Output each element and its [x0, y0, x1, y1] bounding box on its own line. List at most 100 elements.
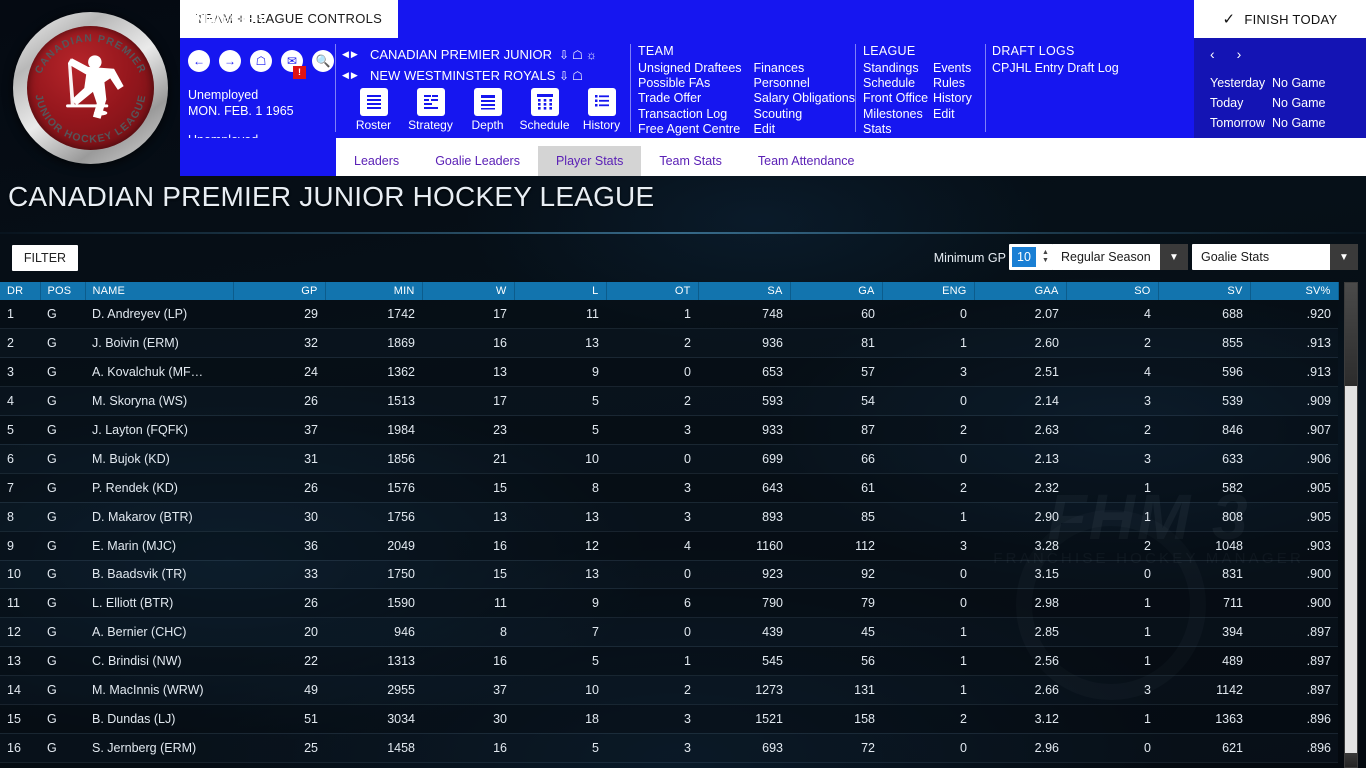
link-standings[interactable]: Standings [863, 61, 921, 76]
column-header-w[interactable]: W [422, 282, 515, 300]
chevron-down-icon[interactable]: ▼ [1160, 244, 1188, 270]
column-header-dr[interactable]: DR [0, 282, 41, 300]
season-select[interactable]: Regular Season ▼ [1052, 244, 1188, 270]
chevron-double-down-icon[interactable]: ⇩ [559, 69, 569, 83]
top-bar: CANADIAN PREMIER JUNIOR HOCKEY LEAGUE AC… [0, 0, 1366, 176]
mail-icon[interactable]: ✉ ! [281, 50, 306, 79]
link-trade-offer[interactable]: Trade Offer [638, 91, 742, 106]
vertical-scrollbar[interactable] [1344, 282, 1358, 768]
link-events[interactable]: Events [933, 61, 972, 76]
column-header-ga[interactable]: GA [790, 282, 883, 300]
column-header-eng[interactable]: ENG [882, 282, 975, 300]
column-header-min[interactable]: MIN [325, 282, 423, 300]
cell-name: M. Bujok (KD) [85, 444, 233, 474]
module-schedule[interactable]: Schedule [516, 88, 573, 132]
module-depth[interactable]: Depth [459, 88, 516, 132]
link-unsigned-draftees[interactable]: Unsigned Draftees [638, 61, 742, 76]
link-salary-obligations[interactable]: Salary Obligations [754, 91, 855, 106]
link-history[interactable]: History [933, 91, 972, 106]
team-prev-next-arrows[interactable]: ◀▶ [342, 70, 362, 81]
tab-team-attendance[interactable]: Team Attendance [740, 146, 873, 176]
table-row[interactable]: 1 G D. Andreyev (LP) 29 1742 17 11 1 748 60 0 2.07 4… [0, 300, 1338, 330]
cell-gp: 25 [233, 733, 325, 763]
forward-arrow-icon[interactable]: → [219, 50, 241, 72]
minimum-gp-stepper[interactable]: 10 ▲ ▼ [1009, 244, 1053, 270]
link-personnel[interactable]: Personnel [754, 76, 855, 91]
home-icon[interactable]: ☖ [250, 50, 272, 72]
tab-goalie-leaders[interactable]: Goalie Leaders [417, 146, 538, 176]
table-row[interactable]: 10 G B. Baadsvik (TR) 33 1750 15 13 0 923 92 0 3.15… [0, 560, 1338, 590]
module-history[interactable]: History [573, 88, 630, 132]
table-row[interactable]: 12 G A. Bernier (CHC) 20 946 8 7 0 439 45 1 2.85 1 39… [0, 617, 1338, 648]
cell-eng: 0 [882, 386, 974, 417]
scrollbar-bottom-cap[interactable] [1345, 753, 1357, 767]
table-row[interactable]: 16 G S. Jernberg (ERM) 25 1458 16 5 3 693 72 0 2.96… [0, 733, 1338, 763]
chevron-double-down-icon[interactable]: ⇩ [559, 48, 569, 62]
stepper-up-icon[interactable]: ▲ [1042, 249, 1049, 257]
column-header-gp[interactable]: GP [233, 282, 326, 300]
module-roster[interactable]: Roster [345, 88, 402, 132]
table-row[interactable]: 7 G P. Rendek (KD) 26 1576 15 8 3 643 61 2 2.32 1 582… [0, 473, 1338, 503]
table-row[interactable]: 15 G B. Dundas (LJ) 51 3034 30 18 3 1521 158 2 3.12… [0, 704, 1338, 734]
table-row[interactable]: 9 G E. Marin (MJC) 36 2049 16 12 4 1160 112 3 3.28 2… [0, 531, 1338, 561]
link-stats[interactable]: Stats [863, 122, 921, 137]
column-header-sa[interactable]: SA [698, 282, 791, 300]
menu-play[interactable]: PLAY [180, 0, 245, 38]
games-prev-icon[interactable]: ‹ [1210, 46, 1215, 62]
stepper-down-icon[interactable]: ▼ [1042, 257, 1049, 265]
filter-button[interactable]: FILTER [12, 245, 78, 271]
tab-leaders[interactable]: Leaders [336, 146, 417, 176]
link-possible-fas[interactable]: Possible FAs [638, 76, 742, 91]
search-icon[interactable]: 🔍 [312, 50, 334, 72]
stats-type-select[interactable]: Goalie Stats ▼ [1192, 244, 1358, 270]
link-cpjhl-entry-draft-log[interactable]: CPJHL Entry Draft Log [992, 61, 1119, 76]
column-header-pos[interactable]: POS [40, 282, 86, 300]
link-rules[interactable]: Rules [933, 76, 972, 91]
column-header-so[interactable]: SO [1066, 282, 1159, 300]
table-row[interactable]: 13 G C. Brindisi (NW) 22 1313 16 5 1 545 56 1 2.56 1… [0, 646, 1338, 677]
link-transaction-log[interactable]: Transaction Log [638, 107, 742, 122]
back-arrow-icon[interactable]: ← [188, 50, 210, 72]
link-finances[interactable]: Finances [754, 61, 855, 76]
module-strategy[interactable]: Strategy [402, 88, 459, 132]
link-schedule[interactable]: Schedule [863, 76, 921, 91]
team-selector-row[interactable]: ◀▶ NEW WESTMINSTER ROYALS ⇩ ☖ [342, 65, 632, 86]
games-next-icon[interactable]: › [1237, 46, 1242, 62]
scrollbar-thumb[interactable] [1345, 283, 1357, 386]
minimum-gp-value[interactable]: 10 [1012, 247, 1036, 267]
cell-ot: 2 [606, 386, 698, 417]
link-league-edit[interactable]: Edit [933, 107, 972, 122]
table-row[interactable]: 2 G J. Boivin (ERM) 32 1869 16 13 2 936 81 1 2.60 2 8… [0, 328, 1338, 359]
home-icon[interactable]: ☖ [572, 69, 583, 83]
cell-svpct: .905 [1250, 502, 1338, 532]
link-front-office[interactable]: Front Office [863, 91, 928, 106]
table-row[interactable]: 3 G A. Kovalchuk (MF… 24 1362 13 9 0 653 57 3 2.51 4… [0, 357, 1338, 388]
table-row[interactable]: 14 G M. MacInnis (WRW) 49 2955 37 10 2 1273 131 1 2… [0, 675, 1338, 705]
link-scouting[interactable]: Scouting [754, 107, 855, 122]
column-header-name[interactable]: NAME [85, 282, 234, 300]
link-team-edit[interactable]: Edit [754, 122, 855, 137]
table-row[interactable]: 11 G L. Elliott (BTR) 26 1590 11 9 6 790 79 0 2.98 1… [0, 588, 1338, 619]
league-selector-row[interactable]: ◀▶ CANADIAN PREMIER JUNIOR H ⇩ ☖ ☼ [342, 44, 632, 65]
table-row[interactable]: 5 G J. Layton (FQFK) 37 1984 23 5 3 933 87 2 2.63 2 8… [0, 415, 1338, 445]
player-stats-table-zone: DR POS NAME GP MIN W L OT SA GA ENG GAA SO SV SV% 1 G D.… [0, 282, 1366, 768]
home-icon[interactable]: ☖ [572, 48, 583, 62]
column-header-svpct[interactable]: SV% [1250, 282, 1339, 300]
table-row[interactable]: 8 G D. Makarov (BTR) 30 1756 13 13 3 893 85 1 2.90 1… [0, 502, 1338, 532]
globe-icon[interactable]: ☼ [586, 48, 597, 62]
table-row[interactable]: 4 G M. Skoryna (WS) 26 1513 17 5 2 593 54 0 2.14 3 53… [0, 386, 1338, 417]
column-header-gaa[interactable]: GAA [974, 282, 1067, 300]
cell-name: C. Brindisi (NW) [85, 646, 233, 677]
link-free-agent-centre[interactable]: Free Agent Centre [638, 122, 742, 137]
link-milestones[interactable]: Milestones [863, 107, 923, 122]
league-prev-next-arrows[interactable]: ◀▶ [342, 49, 362, 60]
finish-today-button[interactable]: ✓ FINISH TODAY [1194, 0, 1366, 38]
column-header-sv[interactable]: SV [1158, 282, 1251, 300]
table-row[interactable]: 6 G M. Bujok (KD) 31 1856 21 10 0 699 66 0 2.13 3 633… [0, 444, 1338, 474]
column-header-ot[interactable]: OT [606, 282, 699, 300]
tab-team-stats[interactable]: Team Stats [641, 146, 740, 176]
stepper-arrows[interactable]: ▲ ▼ [1038, 244, 1053, 270]
tab-player-stats[interactable]: Player Stats [537, 146, 642, 176]
chevron-down-icon[interactable]: ▼ [1330, 244, 1358, 270]
column-header-l[interactable]: L [514, 282, 607, 300]
